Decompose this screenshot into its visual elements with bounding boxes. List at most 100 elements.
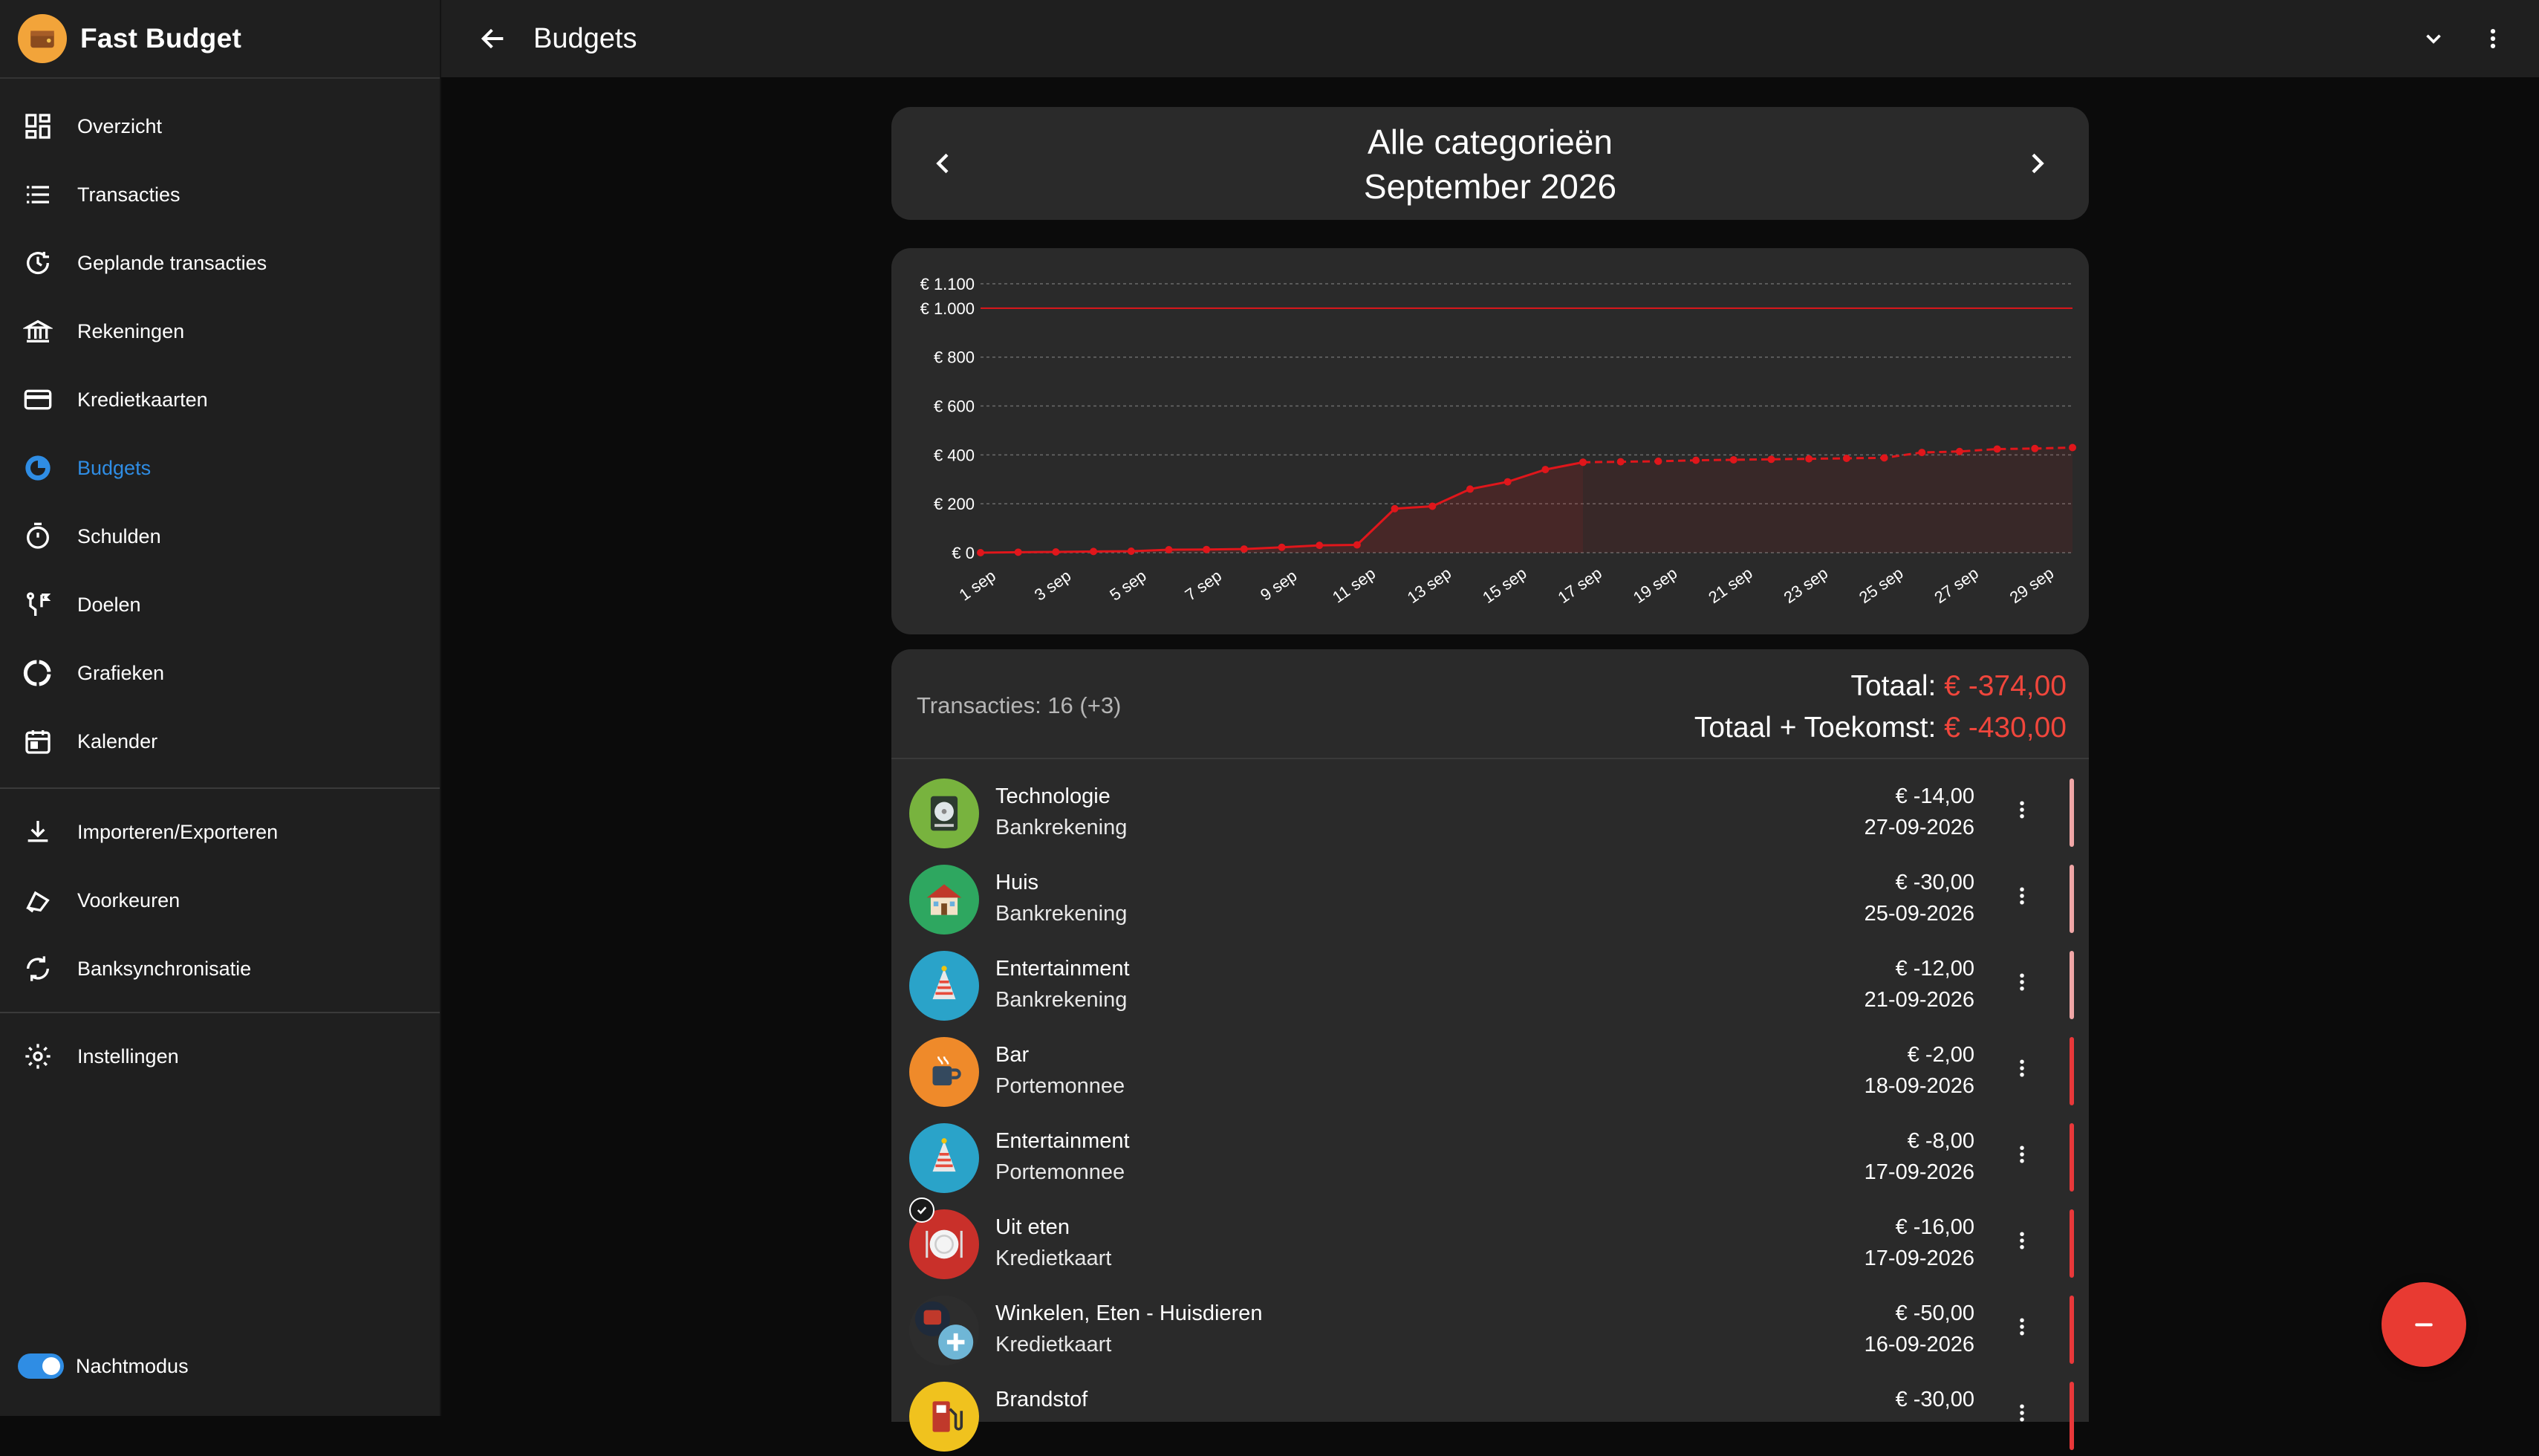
period-selector: Alle categorieën September 2026 [891,107,2089,220]
y-tick-label: € 1.000 [920,299,975,318]
chevron-down-icon [2426,34,2441,44]
goals-icon [19,586,56,623]
multi-category-icon [909,1296,979,1365]
sidebar-item-kredietkaarten[interactable]: Kredietkaarten [0,365,440,434]
night-mode-label: Nachtmodus [76,1354,189,1377]
transaction-category: Technologie [995,784,1111,808]
transaction-date: 16-09-2026 [1864,1333,1974,1356]
transaction-row[interactable]: Bar Portemonnee € -2,00 18-09-2026 [891,1025,2089,1111]
row-menu-button[interactable] [2007,1391,2037,1435]
sidebar-item-label: Rekeningen [77,319,185,342]
x-tick-label: 1 sep [955,566,998,604]
chevron-right-icon [2032,153,2044,174]
transaction-row[interactable]: Uit eten Kredietkaart € -16,00 17-09-202… [891,1197,2089,1284]
sidebar-item-label: Banksynchronisatie [77,957,252,980]
data-point [2031,444,2039,452]
sync-icon [19,950,56,987]
transaction-category: Bar [995,1043,1030,1067]
data-point [1014,548,1022,556]
transaction-row[interactable]: Entertainment Bankrekening € -12,00 21-0… [891,939,2089,1025]
back-button[interactable] [471,16,516,61]
nav-main: Overzicht Transacties Geplande transacti… [0,79,440,776]
arrow-left-icon [481,28,504,49]
budget-pie-icon [19,449,56,487]
y-tick-label: € 1.100 [920,275,975,293]
row-menu-button[interactable] [2007,1304,2037,1349]
x-tick-label: 3 sep [1031,566,1074,604]
data-point [1127,547,1135,556]
expand-button[interactable] [2411,16,2456,61]
transactions-summary: Transacties: 16 (+3) Totaal: € -374,00 T… [891,649,2089,759]
data-point [1353,541,1361,549]
y-tick-label: € 600 [934,397,975,416]
transaction-category: Entertainment [995,1129,1130,1153]
overflow-menu-button[interactable] [2471,16,2515,61]
sidebar-item-voorkeuren[interactable]: Voorkeuren [0,866,440,935]
sidebar-item-instellingen[interactable]: Instellingen [0,1022,440,1091]
sidebar-item-label: Kalender [77,729,158,753]
data-point [1541,466,1550,474]
sidebar-item-geplande-transacties[interactable]: Geplande transacties [0,229,440,297]
sidebar-item-doelen[interactable]: Doelen [0,571,440,639]
row-menu-button[interactable] [2007,1218,2037,1263]
sidebar-item-label: Kredietkaarten [77,388,208,411]
top-app-bar: Budgets [441,0,2539,77]
nav-settings: Instellingen [0,1013,440,1091]
transaction-amount: € -12,00 [1895,957,1974,981]
data-point [1918,449,1926,457]
row-menu-button[interactable] [2007,874,2037,918]
night-mode-toggle[interactable] [18,1353,64,1379]
row-menu-button[interactable] [2007,960,2037,1004]
x-tick-label: 23 sep [1781,564,1831,607]
data-point [1993,445,2001,453]
transaction-row[interactable]: Brandstof € -30,00 [891,1370,2089,1456]
sidebar-item-kalender[interactable]: Kalender [0,707,440,776]
sidebar-item-budgets[interactable]: Budgets [0,434,440,502]
row-menu-button[interactable] [2007,1132,2037,1177]
sidebar-item-label: Voorkeuren [77,888,181,911]
fuel-pump-icon [909,1382,979,1452]
app-title: Fast Budget [80,23,242,53]
sidebar-item-label: Doelen [77,593,141,616]
nav-tools: Importeren/Exporteren Voorkeuren Banksyn… [0,789,440,1012]
sidebar-item-schulden[interactable]: Schulden [0,502,440,571]
timer-icon [19,518,56,555]
budget-chart-card: € 0 € 200 € 400 € 600 € 800 € 1.000 € 1.100 1 s… [891,248,2089,634]
data-point [2069,443,2076,452]
transaction-date: 17-09-2026 [1864,1247,1974,1270]
page-title: Budgets [533,22,637,54]
future-total-row: Totaal + Toekomst: € -430,00 [1694,707,2067,749]
more-vert-icon [2020,887,2024,905]
transaction-row[interactable]: Entertainment Portemonnee € -8,00 17-09-… [891,1111,2089,1197]
sidebar-item-label: Grafieken [77,661,165,684]
sidebar-item-transacties[interactable]: Transacties [0,160,440,229]
transaction-row[interactable]: Winkelen, Eten - Huisdieren Kredietkaart… [891,1284,2089,1370]
transaction-amount: € -30,00 [1895,871,1974,894]
sidebar-item-banksynchronisatie[interactable]: Banksynchronisatie [0,935,440,1003]
data-point [1240,545,1248,553]
sidebar-item-grafieken[interactable]: Grafieken [0,639,440,707]
transaction-date: 21-09-2026 [1864,988,1974,1012]
transaction-amount: € -8,00 [1907,1129,1974,1153]
transaction-row[interactable]: Huis Bankrekening € -30,00 25-09-2026 [891,853,2089,939]
transaction-amount: € -14,00 [1895,784,1974,808]
y-tick-label: € 200 [934,495,975,513]
x-tick-label: 19 sep [1630,564,1680,607]
more-vert-icon [2020,1404,2024,1422]
total-label: Totaal: [1850,670,1945,702]
sidebar-item-rekeningen[interactable]: Rekeningen [0,297,440,365]
add-expense-fab[interactable] [2382,1282,2466,1367]
row-menu-button[interactable] [2007,787,2037,832]
transaction-account: Bankrekening [995,988,1128,1012]
future-total-value: € -430,00 [1944,712,2067,744]
wallet-logo-icon [18,14,67,63]
dashboard-icon [19,108,56,145]
category-label: Alle categorieën [1368,123,1613,161]
row-menu-button[interactable] [2007,1046,2037,1091]
next-month-button[interactable] [2015,141,2059,186]
sidebar-item-importeren-exporteren[interactable]: Importeren/Exporteren [0,798,440,866]
more-vert-icon [2020,1318,2024,1336]
sidebar-item-overzicht[interactable]: Overzicht [0,92,440,160]
data-point [1278,543,1286,551]
transaction-row[interactable]: Technologie Bankrekening € -14,00 27-09-… [891,767,2089,853]
